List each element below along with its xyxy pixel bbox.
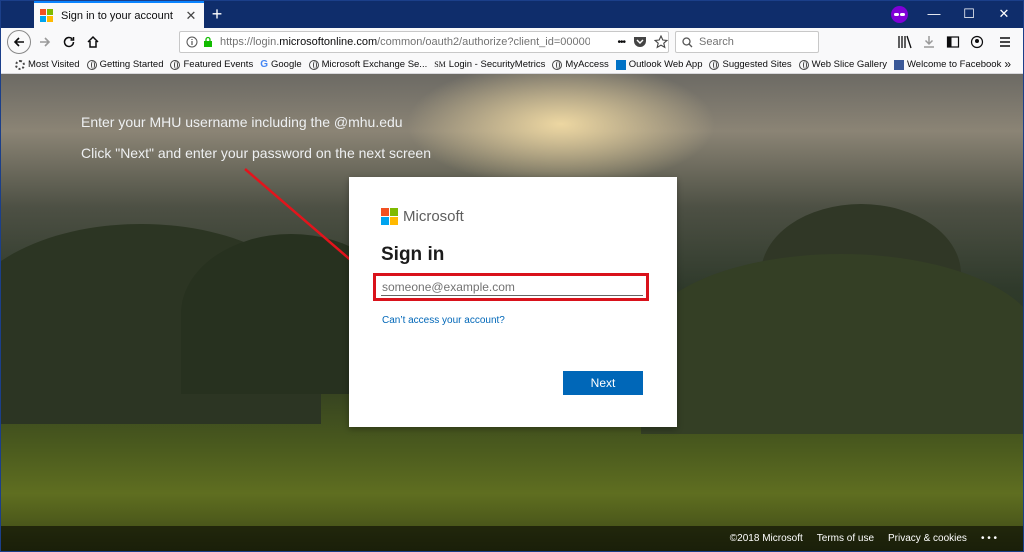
bookmark-label: MyAccess	[565, 59, 609, 70]
bookmark-label: Login - SecurityMetrics	[448, 59, 546, 70]
bookmarks-toolbar: Most Visited Getting Started Featured Even…	[1, 56, 1023, 74]
bookmark-label: Welcome to Facebook	[907, 59, 1002, 70]
google-icon: G	[260, 59, 268, 70]
reload-button[interactable]	[57, 30, 81, 54]
bookmark-label: Getting Started	[99, 59, 164, 70]
bookmark-label: Suggested Sites	[722, 59, 792, 70]
brand-name: Microsoft	[403, 208, 464, 225]
library-icon	[898, 35, 912, 49]
account-icon	[970, 35, 984, 49]
tab-title: Sign in to your account	[61, 9, 173, 22]
bookmark-item[interactable]: MyAccess	[552, 59, 609, 70]
tab-sign-in[interactable]: Sign in to your account ✕	[34, 1, 204, 28]
bookmark-item[interactable]: Featured Events	[170, 59, 253, 70]
reload-icon	[63, 36, 75, 48]
globe-icon	[552, 59, 563, 70]
star-bookmark-icon[interactable]	[654, 35, 668, 49]
pocket-icon[interactable]	[633, 36, 647, 48]
tab-strip: Sign in to your account ✕ + — ☐ ✕	[1, 1, 1023, 28]
home-icon	[87, 35, 99, 48]
page-footer: ©2018 Microsoft Terms of use Privacy & c…	[1, 526, 1023, 551]
bookmark-label: Google	[270, 59, 302, 70]
back-button[interactable]	[7, 30, 31, 54]
home-button[interactable]	[81, 30, 105, 54]
page-content: Enter your MHU username including the @m…	[1, 74, 1023, 551]
search-input[interactable]	[699, 36, 809, 48]
hamburger-menu-icon	[1000, 37, 1010, 47]
new-tab-button[interactable]: +	[207, 4, 227, 24]
sign-in-card: Microsoft Sign in Can’t access your acco…	[349, 177, 677, 427]
globe-icon	[170, 59, 181, 70]
arrow-left-icon	[13, 37, 24, 47]
menu-button[interactable]	[993, 30, 1017, 54]
bookmark-item[interactable]: Getting Started	[86, 59, 164, 70]
outlook-icon	[615, 59, 626, 70]
search-icon	[682, 36, 693, 47]
forward-button[interactable]	[33, 30, 57, 54]
microsoft-logo-icon	[40, 9, 53, 22]
more-options-icon[interactable]: • • •	[981, 533, 997, 544]
privacy-cookies-link[interactable]: Privacy & cookies	[888, 533, 967, 544]
page-title: Sign in	[381, 244, 445, 265]
sidebar-button[interactable]	[941, 30, 965, 54]
navigation-toolbar: https://login.microsoftonline.com/common…	[1, 28, 1023, 56]
bookmark-item[interactable]: G Google	[260, 59, 301, 70]
minimize-button[interactable]: —	[919, 4, 949, 24]
page-actions-icon[interactable]: •••	[618, 37, 626, 48]
facebook-icon	[894, 59, 904, 70]
bookmark-label: Featured Events	[183, 59, 254, 70]
bookmark-label: Microsoft Exchange Se...	[321, 59, 428, 70]
gear-icon	[15, 59, 25, 70]
highlight-box	[373, 273, 649, 301]
private-browsing-icon	[891, 6, 908, 23]
microsoft-logo-icon	[381, 208, 398, 225]
library-button[interactable]	[893, 30, 917, 54]
globe-icon	[86, 59, 97, 70]
downloads-button[interactable]	[917, 30, 941, 54]
arrow-right-icon	[40, 37, 51, 47]
close-window-button[interactable]: ✕	[989, 4, 1019, 24]
next-button[interactable]: Next	[563, 371, 643, 395]
maximize-button[interactable]: ☐	[954, 4, 984, 24]
globe-icon	[308, 59, 319, 70]
account-button[interactable]	[965, 30, 989, 54]
info-icon[interactable]	[186, 36, 198, 48]
globe-icon	[709, 59, 720, 70]
browser-window: Sign in to your account ✕ + — ☐ ✕ https:…	[0, 0, 1024, 552]
globe-icon	[798, 59, 809, 70]
sm-icon: SM	[434, 60, 446, 69]
cant-access-account-link[interactable]: Can’t access your account?	[382, 315, 505, 326]
copyright-text: ©2018 Microsoft	[729, 533, 803, 544]
email-input[interactable]	[381, 278, 643, 296]
bookmark-label: Most Visited	[28, 59, 80, 70]
bookmark-label: Web Slice Gallery	[811, 59, 887, 70]
bookmarks-overflow-icon[interactable]: »	[1004, 57, 1011, 71]
microsoft-brand: Microsoft	[381, 208, 464, 225]
sidebar-icon	[946, 36, 960, 48]
close-tab-icon[interactable]: ✕	[184, 8, 198, 24]
bookmark-item[interactable]: Outlook Web App	[615, 59, 703, 70]
terms-of-use-link[interactable]: Terms of use	[817, 533, 874, 544]
bookmark-label: Outlook Web App	[628, 59, 703, 70]
url-bar[interactable]: https://login.microsoftonline.com/common…	[179, 31, 669, 53]
download-icon	[924, 36, 934, 48]
bookmark-item[interactable]: Microsoft Exchange Se...	[308, 59, 428, 70]
bookmark-item[interactable]: Welcome to Facebook	[894, 59, 1001, 70]
lock-icon[interactable]	[202, 36, 214, 48]
search-box[interactable]	[675, 31, 819, 53]
bookmark-item[interactable]: SM Login - SecurityMetrics	[434, 59, 545, 70]
bookmark-item[interactable]: Web Slice Gallery	[798, 59, 887, 70]
bookmark-item[interactable]: Suggested Sites	[709, 59, 792, 70]
url-text: https://login.microsoftonline.com/common…	[219, 36, 590, 48]
bookmark-item[interactable]: Most Visited	[15, 59, 80, 70]
